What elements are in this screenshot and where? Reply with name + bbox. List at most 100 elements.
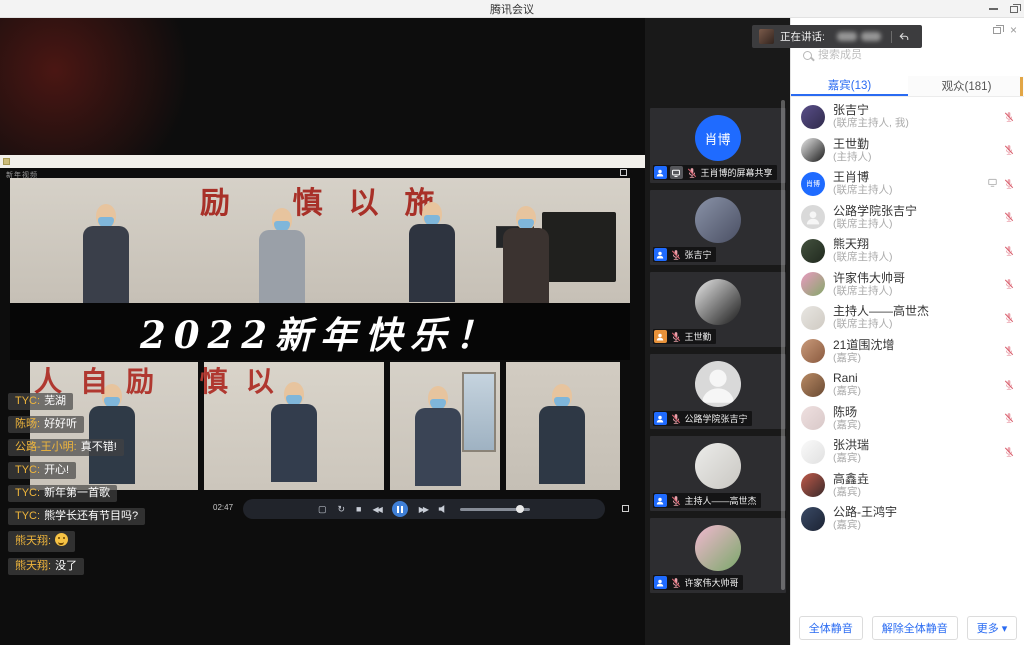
mute-all-button[interactable]: 全体静音 xyxy=(799,616,863,640)
photo-panel xyxy=(506,362,620,490)
restore-icon[interactable] xyxy=(1010,6,1018,13)
fullscreen-icon[interactable] xyxy=(622,505,629,512)
member-role: (嘉宾) xyxy=(833,385,861,398)
member-row[interactable]: 肖博 王肖博 (联席主持人) xyxy=(791,167,1024,201)
video-tile[interactable]: 肖博 王肖博的屏幕共享 xyxy=(650,108,786,183)
chat-message: 熊天翔: 没了 xyxy=(8,558,84,575)
members-panel: × 嘉宾(13) 观众(181) 张吉宁 (联席主持人, 我) xyxy=(790,18,1024,645)
reply-arrow-icon[interactable] xyxy=(898,31,910,43)
tencent-meeting-window: 腾讯会议 新年视频 励 慎以施 2022新年 xyxy=(0,0,1024,645)
member-search[interactable] xyxy=(803,49,1003,61)
person-figure xyxy=(258,208,306,303)
video-player-titlebar xyxy=(0,155,645,168)
member-role: (嘉宾) xyxy=(833,352,894,365)
banner-title: 2022新年快乐！ xyxy=(140,305,500,359)
stop-icon[interactable]: ■ xyxy=(356,504,361,514)
tile-name-label: 许家伟大帅哥 xyxy=(685,576,739,589)
muted-mic-icon xyxy=(1003,379,1015,391)
loop-icon[interactable]: ↻ xyxy=(337,504,345,515)
video-tile[interactable]: 王世勤 xyxy=(650,272,786,347)
member-row[interactable]: 许家伟大帅哥 (联席主持人) xyxy=(791,268,1024,302)
video-tile[interactable]: 张吉宁 xyxy=(650,190,786,265)
member-role: (主持人) xyxy=(833,151,872,164)
member-avatar xyxy=(801,272,825,296)
member-role: (嘉宾) xyxy=(833,419,861,432)
video-tile[interactable]: 公路学院张吉宁 xyxy=(650,354,786,429)
chat-text: 真不错! xyxy=(81,441,117,454)
office-shelf xyxy=(542,212,616,282)
chat-text xyxy=(55,533,68,550)
muted-mic-icon xyxy=(670,577,682,589)
playlist-icon[interactable]: ▢ xyxy=(318,504,327,515)
fast-forward-icon[interactable]: ▶▶ xyxy=(419,505,427,514)
more-button[interactable]: 更多 ▾ xyxy=(967,616,1018,640)
tab-guests[interactable]: 嘉宾(13) xyxy=(791,76,908,96)
member-role: (嘉宾) xyxy=(833,519,897,532)
muted-mic-icon xyxy=(1003,412,1015,424)
member-list: 张吉宁 (联席主持人, 我) 王世勤 (主持人) xyxy=(791,100,1024,536)
popout-panel-icon[interactable] xyxy=(993,27,1001,34)
member-role: (联席主持人) xyxy=(833,318,929,331)
member-name: 公路学院张吉宁 xyxy=(833,204,917,218)
muted-mic-icon xyxy=(1003,144,1015,156)
member-row[interactable]: 21道围沈增 (嘉宾) xyxy=(791,335,1024,369)
member-row[interactable]: 高鑫垚 (嘉宾) xyxy=(791,469,1024,503)
member-avatar xyxy=(801,406,825,430)
chat-text: 开心! xyxy=(44,464,69,477)
tile-avatar xyxy=(695,279,741,325)
chat-sender: 熊天翔: xyxy=(15,560,51,573)
video-tile[interactable]: 许家伟大帅哥 xyxy=(650,518,786,593)
volume-slider[interactable] xyxy=(460,508,530,511)
member-role: (联席主持人) xyxy=(833,285,905,298)
member-name: 21道围沈增 xyxy=(833,338,894,352)
role-badge-icon xyxy=(654,248,667,261)
member-row[interactable]: 公路学院张吉宁 (联席主持人) xyxy=(791,201,1024,235)
member-name: 王肖博 xyxy=(833,170,893,184)
speaker-icon[interactable] xyxy=(438,504,449,514)
chat-sender: 公路-王小明: xyxy=(15,441,77,454)
person-figure xyxy=(408,202,456,302)
muted-mic-icon xyxy=(1003,111,1015,123)
thumbnail-scrollbar[interactable] xyxy=(781,100,785,590)
member-row[interactable]: 王世勤 (主持人) xyxy=(791,134,1024,168)
chat-text: 芜湖 xyxy=(44,395,66,408)
tile-name-label: 公路学院张吉宁 xyxy=(685,412,748,425)
pause-button[interactable] xyxy=(392,501,408,517)
member-name: 熊天翔 xyxy=(833,237,893,251)
member-row[interactable]: Rani (嘉宾) xyxy=(791,368,1024,402)
new-year-banner: 2022新年快乐！ xyxy=(10,303,630,360)
member-role: (联席主持人, 我) xyxy=(833,117,909,130)
member-row[interactable]: 张吉宁 (联席主持人, 我) xyxy=(791,100,1024,134)
player-resize-icon[interactable] xyxy=(620,169,627,176)
minimize-icon[interactable] xyxy=(989,8,998,10)
tile-name-label: 主持人——高世杰 xyxy=(685,494,757,507)
close-panel-icon[interactable]: × xyxy=(1010,25,1017,35)
chat-sender: TYC: xyxy=(15,395,40,408)
search-input[interactable] xyxy=(818,49,988,61)
tile-info-bar: 许家伟大帅哥 xyxy=(653,575,743,590)
tab-audience[interactable]: 观众(181) xyxy=(908,76,1024,96)
member-row[interactable]: 主持人——高世杰 (联席主持人) xyxy=(791,301,1024,335)
video-tile[interactable]: 主持人——高世杰 xyxy=(650,436,786,511)
unmute-all-button[interactable]: 解除全体静音 xyxy=(872,616,958,640)
rewind-icon[interactable]: ◀◀ xyxy=(372,505,380,514)
chat-text: 没了 xyxy=(55,560,77,573)
muted-mic-icon xyxy=(1003,278,1015,290)
chat-sender: 陈旸: xyxy=(15,418,40,431)
member-row[interactable]: 公路-王鸿宇 (嘉宾) xyxy=(791,502,1024,536)
tile-avatar xyxy=(695,443,741,489)
tile-name-label: 张吉宁 xyxy=(685,248,712,261)
member-row[interactable]: 熊天翔 (联席主持人) xyxy=(791,234,1024,268)
muted-mic-icon xyxy=(1003,211,1015,223)
muted-mic-icon xyxy=(1003,178,1015,190)
member-avatar xyxy=(801,205,825,229)
tab-edge-marker xyxy=(1020,77,1023,96)
person-figure xyxy=(414,386,462,486)
member-row[interactable]: 张洪瑞 (嘉宾) xyxy=(791,435,1024,469)
member-role: (嘉宾) xyxy=(833,486,869,499)
member-avatar: 肖博 xyxy=(801,172,825,196)
muted-mic-icon xyxy=(1003,446,1015,458)
player-controls: ▢ ↻ ■ ◀◀ ▶▶ xyxy=(243,499,605,519)
person-figure xyxy=(502,206,550,303)
member-row[interactable]: 陈旸 (嘉宾) xyxy=(791,402,1024,436)
